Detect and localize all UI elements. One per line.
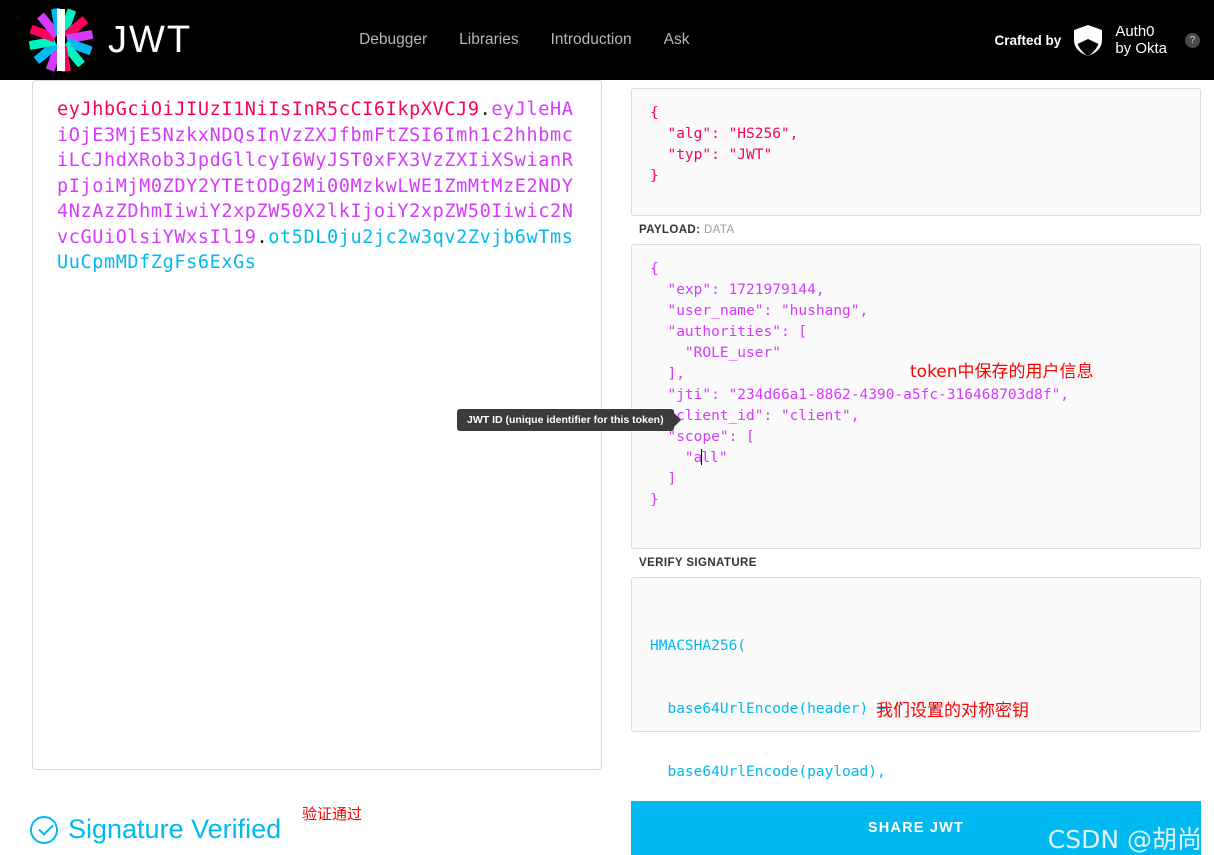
decoded-header-json: { "alg": "HS256", "typ": "JWT" } [650, 105, 799, 184]
signature-line-1: HMACSHA256( [650, 638, 747, 654]
verify-section-label: VERIFY SIGNATURE [639, 557, 757, 569]
crafted-by-group[interactable]: Crafted by Auth0 by Okta ? [995, 23, 1200, 57]
payload-section-label-sub: DATA [703, 224, 735, 236]
jwt-debugger-page: JWT Debugger Libraries Introduction Ask … [0, 0, 1214, 855]
check-circle-icon [30, 815, 58, 844]
signature-line-3: base64UrlEncode(payload), [650, 764, 886, 780]
nav-item-debugger[interactable]: Debugger [359, 31, 427, 49]
auth0-name: Auth0 by Okta [1115, 23, 1167, 57]
encoded-jwt-textarea[interactable]: eyJhbGciOiJIUzI1NiIsInR5cCI6IkpXVCJ9.eyJ… [33, 81, 601, 276]
encoded-separator-1: . [479, 99, 492, 120]
auth0-name-line1: Auth0 [1115, 23, 1155, 40]
signature-status-badge: Signature Verified [30, 814, 281, 845]
nav-item-ask[interactable]: Ask [664, 31, 690, 49]
help-icon[interactable]: ? [1185, 32, 1200, 48]
brand-logo-group[interactable]: JWT [28, 7, 192, 73]
encoded-header-segment: eyJhbGciOiJIUzI1NiIsInR5cCI6IkpXVCJ9 [57, 99, 480, 120]
encoded-payload-segment: eyJleHAiOjE3MjE5NzkxNDQsInVzZXJfbmFtZSI6… [57, 99, 574, 248]
auth0-name-line2: by Okta [1115, 40, 1167, 57]
brand-wordmark: JWT [108, 18, 193, 61]
nav-links: Debugger Libraries Introduction Ask [359, 31, 689, 49]
decoded-payload-box[interactable]: { "exp": 1721979144, "user_name": "husha… [631, 244, 1201, 549]
payload-section-label: PAYLOAD: DATA [631, 216, 1201, 244]
nav-item-libraries[interactable]: Libraries [459, 31, 518, 49]
crafted-by-label: Crafted by [994, 32, 1062, 48]
auth0-shield-icon [1071, 23, 1105, 57]
nav-item-introduction[interactable]: Introduction [551, 31, 632, 49]
annotation-verify-note: 验证通过 [302, 805, 363, 823]
decoded-jwt-column: HEADER: ALGORITHM & TOKEN TYPE { "alg": … [631, 60, 1201, 855]
annotation-payload-note: token中保存的用户信息 [910, 362, 1094, 382]
payload-section-label-main: PAYLOAD: [639, 224, 701, 236]
annotation-secret-note: 我们设置的对称密钥 [876, 701, 1029, 721]
jwt-logo-icon [28, 7, 94, 73]
watermark-text: CSDN @胡尚 [1047, 825, 1202, 854]
jti-tooltip: JWT ID (unique identifier for this token… [457, 409, 674, 431]
decoded-header-box[interactable]: { "alg": "HS256", "typ": "JWT" } [631, 88, 1201, 216]
signature-status-text: Signature Verified [68, 814, 282, 844]
jwt-logo-bar [57, 9, 65, 71]
encoded-separator-2: . [256, 226, 269, 248]
top-navigation-bar: JWT Debugger Libraries Introduction Ask … [0, 0, 1214, 80]
